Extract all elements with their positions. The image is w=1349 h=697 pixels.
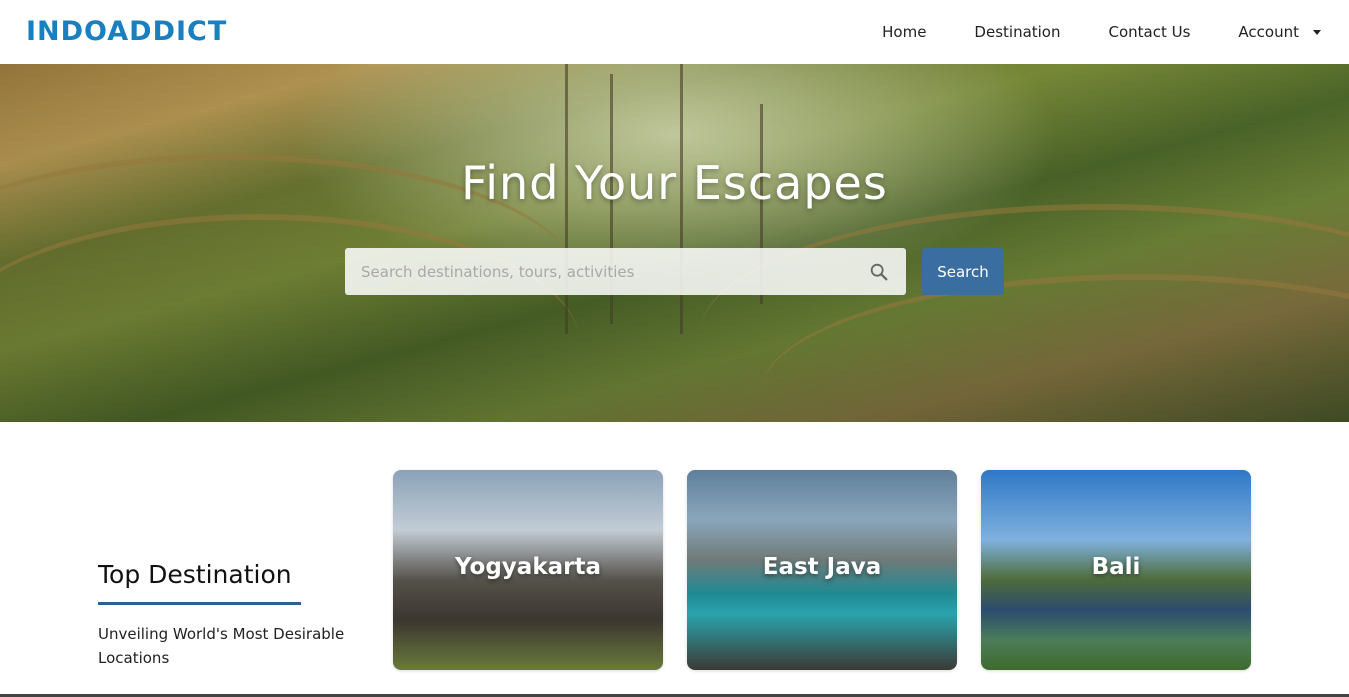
destination-card-label: Yogyakarta: [455, 554, 601, 580]
hero-title: Find Your Escapes: [461, 156, 888, 210]
nav-contact-us-label: Contact Us: [1108, 23, 1191, 41]
logo-text: INDOADDICT: [26, 16, 228, 47]
destination-card-label: East Java: [762, 554, 882, 580]
search-icon[interactable]: [868, 261, 890, 283]
destination-card-bali[interactable]: Bali: [981, 470, 1251, 670]
hero-banner: Find Your Escapes Search: [0, 64, 1349, 422]
nav-account-label: Account: [1238, 23, 1299, 41]
nav-destination-label: Destination: [974, 23, 1061, 41]
destination-card-east-java[interactable]: East Java: [687, 470, 957, 670]
nav-home[interactable]: Home: [882, 23, 926, 41]
section-title: Top Destination: [98, 560, 292, 589]
logo[interactable]: INDOADDICT: [26, 17, 227, 47]
destination-card-yogyakarta[interactable]: Yogyakarta: [393, 470, 663, 670]
navbar: INDOADDICT Home Destination Contact Us A…: [0, 0, 1349, 64]
search-button[interactable]: Search: [922, 248, 1004, 295]
caret-down-icon: [1313, 29, 1321, 35]
main-nav: Home Destination Contact Us Account: [834, 0, 1321, 64]
nav-destination[interactable]: Destination: [974, 23, 1060, 41]
section-underline: [98, 602, 301, 605]
section-subtitle: Unveiling World's Most Desirable Locatio…: [98, 625, 345, 667]
destination-card-label: Bali: [1091, 554, 1141, 580]
nav-contact-us[interactable]: Contact Us: [1109, 23, 1191, 41]
search-box: [345, 248, 906, 295]
nav-account-dropdown[interactable]: Account: [1238, 23, 1321, 41]
nav-home-label: Home: [882, 23, 927, 41]
search-input[interactable]: [345, 248, 845, 295]
